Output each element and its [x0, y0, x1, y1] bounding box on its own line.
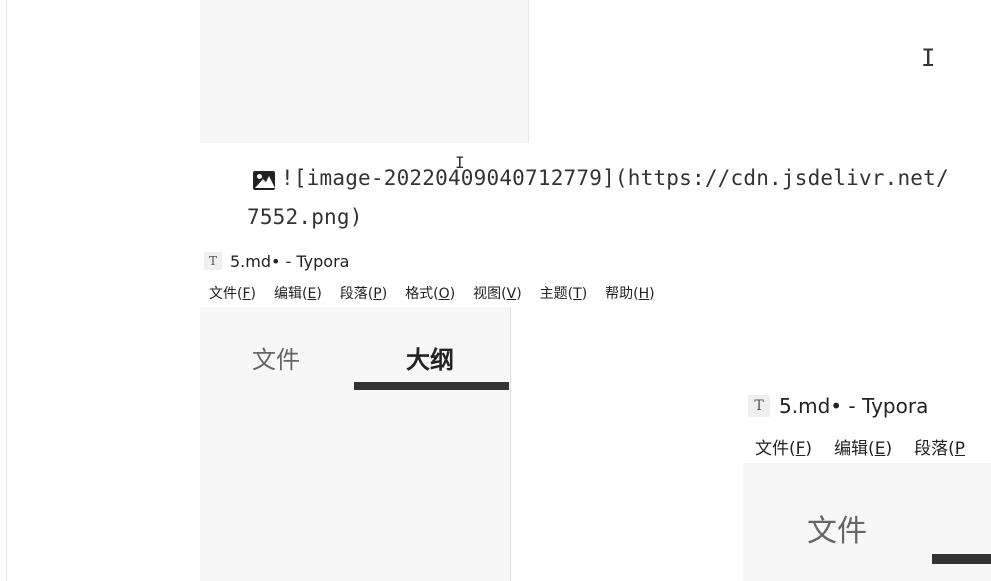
embedded-sidebar-panel [200, 307, 511, 581]
text-cursor-icon: I [921, 44, 936, 72]
markdown-image-source-line[interactable]: ![image-20220409040712779](https://cdn.j… [281, 166, 949, 190]
embedded-window-title-2: 5.md• - Typora [779, 394, 929, 418]
embedded-window-title: 5.md• - Typora [230, 251, 350, 271]
menu-item: 段落(P [914, 439, 965, 459]
embedded-menu-bar: 文件(F) 编辑(E) 段落(P) 格式(O) 视图(V) 主题(T) 帮助(H) [209, 283, 655, 303]
menu-item: 编辑(E) [274, 286, 322, 302]
tab-outline: 大纲 [406, 346, 454, 374]
embedded-window-title-bar: T 5.md• - Typora [204, 250, 349, 272]
markdown-image-source-line-wrap[interactable]: 7552.png) [247, 205, 363, 229]
menu-item: 段落(P) [339, 286, 388, 302]
editor-left-border [6, 0, 7, 581]
embedded-image-top-panel [200, 0, 529, 143]
menu-item: 主题(T) [539, 286, 588, 302]
typora-logo-icon: T [748, 395, 770, 417]
menu-item: 视图(V) [473, 286, 522, 302]
active-tab-indicator-2 [932, 554, 991, 564]
image-placeholder-icon[interactable] [253, 171, 275, 190]
menu-item: 文件(F) [209, 286, 256, 302]
tab-files: 文件 [252, 346, 300, 374]
menu-item: 帮助(H) [605, 286, 655, 302]
embedded-window-title-bar-2: T 5.md• - Typora [748, 394, 928, 418]
menu-item: 编辑(E) [834, 439, 893, 459]
typora-logo-icon: T [204, 252, 222, 270]
embedded-menu-bar-2: 文件(F) 编辑(E) 段落(P [755, 434, 965, 459]
tab-files-2: 文件 [807, 514, 867, 549]
menu-item: 文件(F) [755, 439, 813, 459]
menu-item: 格式(O) [405, 286, 456, 302]
active-tab-indicator [354, 382, 509, 390]
